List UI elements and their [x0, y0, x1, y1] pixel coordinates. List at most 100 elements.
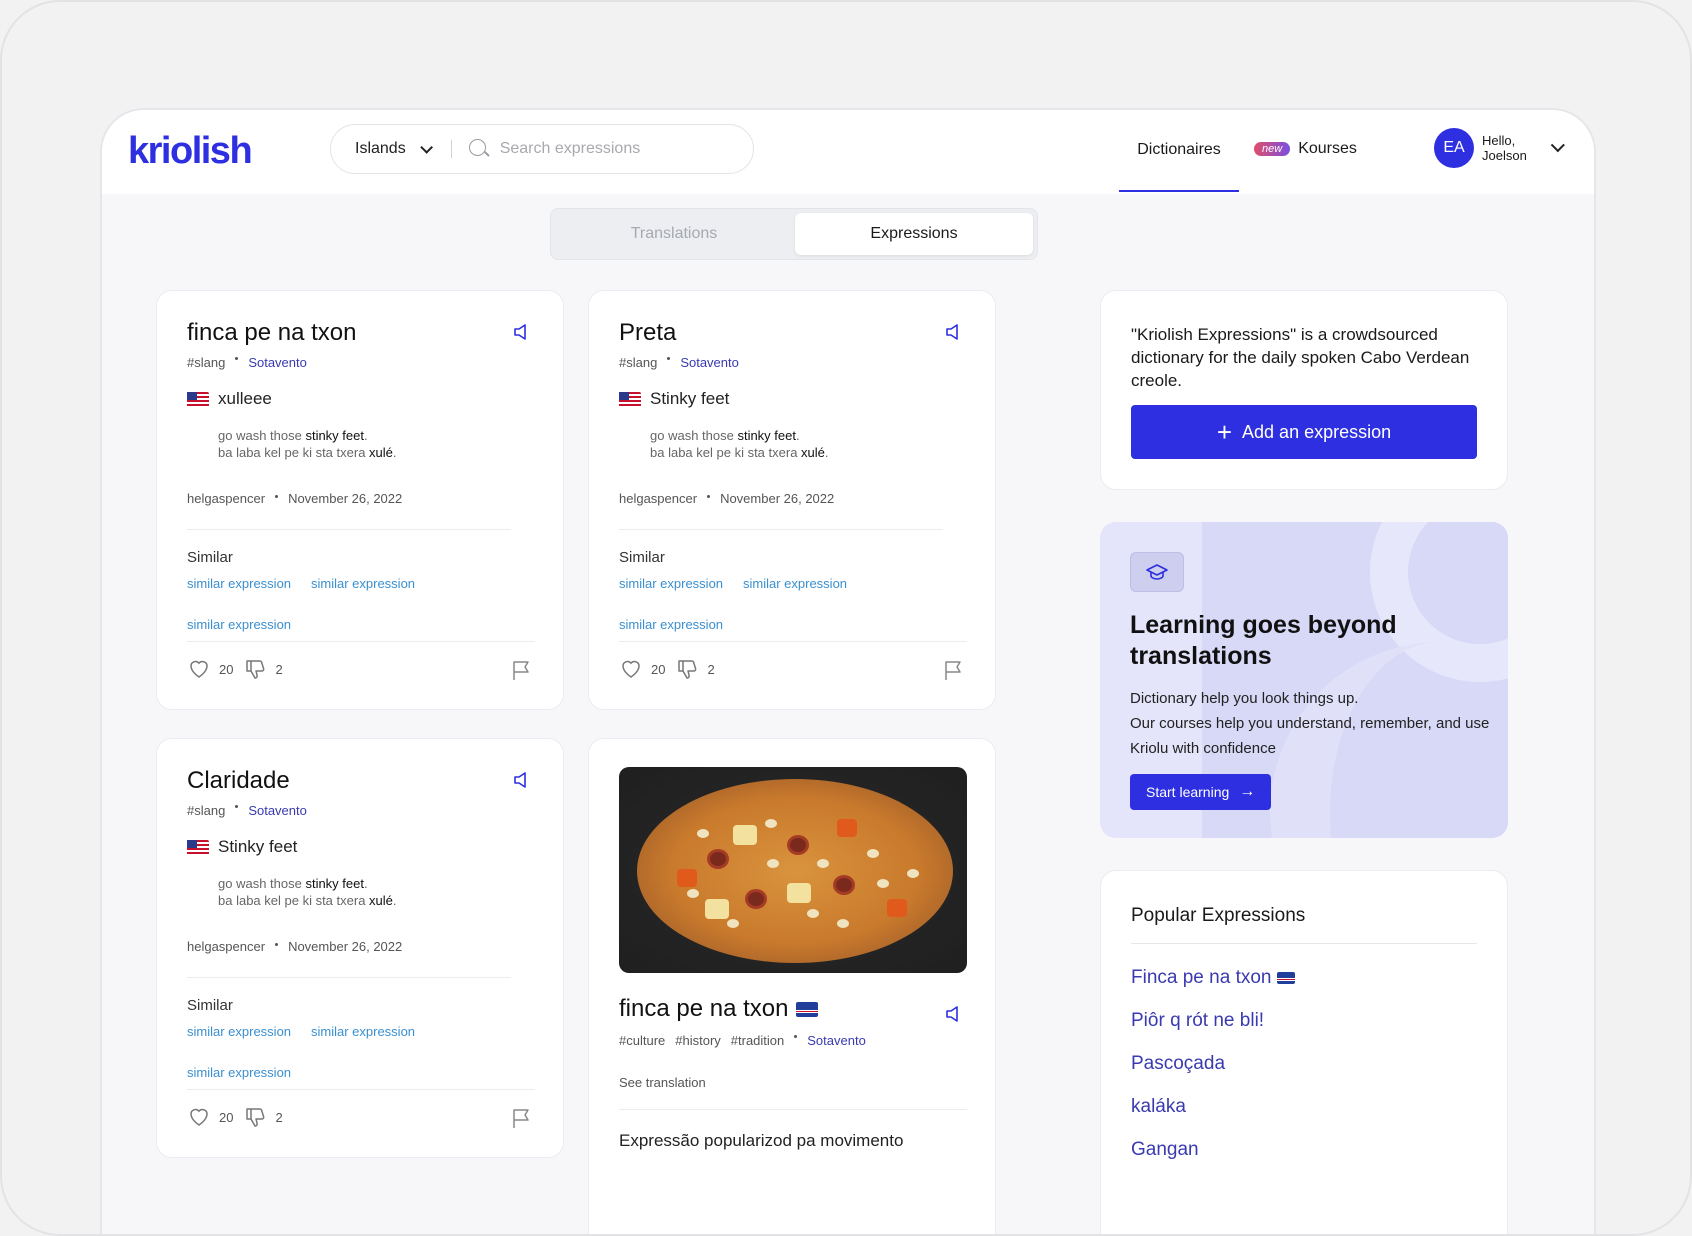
tag[interactable]: #slang — [187, 355, 225, 370]
promo-title: Learning goes beyond translations — [1130, 611, 1397, 670]
separator-dot — [275, 943, 279, 946]
region-label[interactable]: Sotavento — [248, 355, 307, 370]
author-name[interactable]: helgaspencer — [619, 491, 697, 506]
tag[interactable]: #slang — [619, 355, 657, 370]
thumbs-down-icon[interactable] — [243, 1105, 267, 1129]
heart-icon[interactable] — [619, 657, 643, 681]
new-badge: new — [1254, 142, 1291, 156]
post-date: November 26, 2022 — [288, 491, 403, 506]
similar-link[interactable]: similar expression — [187, 1065, 291, 1080]
translation-text: Stinky feet — [218, 837, 298, 856]
tag[interactable]: #slang — [187, 803, 225, 818]
region-label[interactable]: Sotavento — [248, 803, 307, 818]
thumbs-down-icon[interactable] — [243, 657, 267, 681]
popular-item[interactable]: kaláka — [1131, 1096, 1186, 1118]
see-translation-link[interactable]: See translation — [619, 1075, 706, 1090]
author-meta: helgaspencer November 26, 2022 — [619, 491, 834, 506]
expression-title[interactable]: Claridade — [187, 767, 290, 795]
start-learning-label: Start learning — [1146, 784, 1230, 800]
expression-title[interactable]: finca pe na txon — [187, 319, 356, 347]
likes-count: 20 — [651, 661, 666, 677]
top-navigation-bar: kriolish Islands Dictionaires new Kourse… — [102, 110, 1594, 194]
separator-dot — [667, 357, 671, 360]
expression-tags: #slang Sotavento — [619, 355, 739, 370]
islands-dropdown[interactable]: Islands — [331, 140, 433, 158]
likes-count: 20 — [219, 1109, 234, 1125]
tag[interactable]: #history — [675, 1033, 721, 1048]
add-expression-button[interactable]: + Add an expression — [1131, 405, 1477, 459]
kriolish-logo[interactable]: kriolish — [128, 130, 253, 173]
speaker-icon[interactable] — [513, 323, 529, 341]
popular-item[interactable]: Piôr q rót ne bli! — [1131, 1010, 1264, 1032]
likes-count: 20 — [219, 661, 234, 677]
author-name[interactable]: helgaspencer — [187, 939, 265, 954]
separator-dot — [235, 805, 239, 808]
author-meta: helgaspencer November 26, 2022 — [187, 491, 402, 506]
similar-link[interactable]: similar expression — [187, 576, 291, 591]
vote-actions: 20 2 — [187, 1105, 283, 1129]
tab-expressions[interactable]: Expressions — [795, 213, 1033, 255]
translation-row: Stinky feet — [187, 837, 297, 857]
separator-dot — [794, 1035, 798, 1038]
separator-dot — [275, 495, 279, 498]
author-name[interactable]: helgaspencer — [187, 491, 265, 506]
tag[interactable]: #culture — [619, 1033, 665, 1048]
start-learning-button[interactable]: Start learning → — [1130, 774, 1272, 810]
similar-link[interactable]: similar expression — [311, 1024, 415, 1039]
region-label[interactable]: Sotavento — [807, 1033, 866, 1048]
user-menu[interactable]: EA Hello, Joelson — [1434, 128, 1565, 168]
search-input[interactable] — [499, 140, 720, 158]
tab-translations[interactable]: Translations — [555, 213, 793, 255]
speaker-icon[interactable] — [945, 323, 961, 341]
divider — [1131, 943, 1477, 944]
vote-actions: 20 2 — [187, 657, 283, 681]
post-date: November 26, 2022 — [288, 939, 403, 954]
report-flag-icon[interactable] — [943, 659, 965, 681]
expression-title[interactable]: finca pe na txon — [619, 995, 819, 1023]
about-card: "Kriolish Expressions" is a crowdsourced… — [1100, 290, 1508, 490]
author-meta: helgaspencer November 26, 2022 — [187, 939, 402, 954]
expression-photo[interactable] — [619, 767, 967, 973]
similar-link[interactable]: similar expression — [187, 617, 291, 632]
translation-row: Stinky feet — [619, 389, 729, 409]
popular-title: Popular Expressions — [1131, 905, 1306, 926]
translation-text: xulleee — [218, 389, 272, 408]
divider — [187, 641, 535, 642]
chevron-down-icon — [1550, 138, 1565, 153]
similar-link[interactable]: similar expression — [187, 1024, 291, 1039]
expression-tags: #slang Sotavento — [187, 355, 307, 370]
divider — [187, 529, 511, 530]
similar-link[interactable]: similar expression — [619, 617, 723, 632]
divider — [619, 641, 967, 642]
speaker-icon[interactable] — [945, 1005, 961, 1023]
avatar: EA — [1434, 128, 1474, 168]
expression-tags: #slang Sotavento — [187, 803, 307, 818]
usage-example: go wash those stinky feet. ba laba kel p… — [650, 428, 829, 460]
heart-icon[interactable] — [187, 657, 211, 681]
report-flag-icon[interactable] — [511, 1107, 533, 1129]
similar-label: Similar — [619, 549, 665, 566]
learning-promo-card: Learning goes beyond translations Dictio… — [1100, 522, 1508, 838]
similar-link[interactable]: similar expression — [311, 576, 415, 591]
popular-item[interactable]: Finca pe na txon — [1131, 967, 1296, 989]
popular-item[interactable]: Pascoçada — [1131, 1053, 1225, 1075]
translation-row: xulleee — [187, 389, 272, 409]
similar-link[interactable]: similar expression — [743, 576, 847, 591]
popular-item[interactable]: Gangan — [1131, 1139, 1199, 1161]
similar-link[interactable]: similar expression — [619, 576, 723, 591]
nav-kourses[interactable]: new Kourses — [1254, 140, 1357, 158]
thumbs-down-icon[interactable] — [675, 657, 699, 681]
expression-tags: #culture #history #tradition Sotavento — [619, 1033, 866, 1048]
tag[interactable]: #tradition — [731, 1033, 784, 1048]
report-flag-icon[interactable] — [511, 659, 533, 681]
similar-label: Similar — [187, 997, 233, 1014]
nav-dictionaries[interactable]: Dictionaires — [1119, 110, 1239, 192]
search-bar: Islands — [330, 124, 754, 174]
expression-title[interactable]: Preta — [619, 319, 676, 347]
speaker-icon[interactable] — [513, 771, 529, 789]
islands-label: Islands — [355, 140, 406, 157]
heart-icon[interactable] — [187, 1105, 211, 1129]
graduation-cap-icon — [1130, 552, 1184, 592]
about-text: "Kriolish Expressions" is a crowdsourced… — [1131, 325, 1470, 390]
region-label[interactable]: Sotavento — [680, 355, 739, 370]
